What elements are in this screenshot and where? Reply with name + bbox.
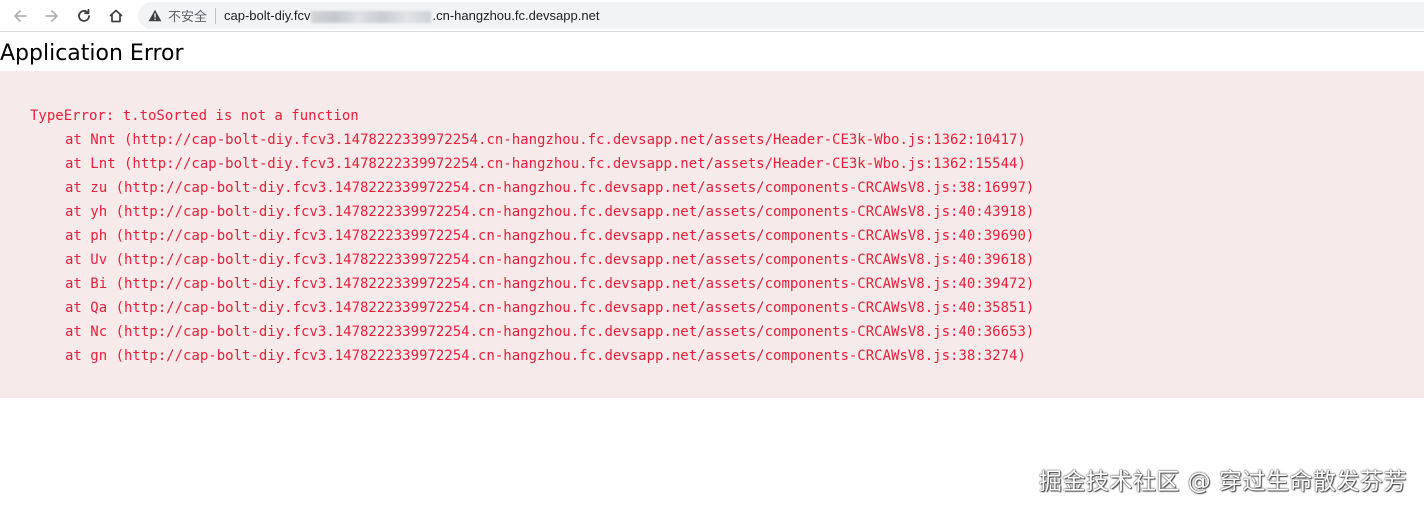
stack-frame: at Bi (http://cap-bolt-diy.fcv3.14782223… <box>65 276 1035 292</box>
stack-frame: at yh (http://cap-bolt-diy.fcv3.14782223… <box>65 204 1035 220</box>
divider <box>215 7 217 24</box>
url-text[interactable]: cap-bolt-diy.fcv .cn-hangzhou.fc.devsapp.… <box>224 8 599 23</box>
reload-icon <box>76 8 92 24</box>
stack-frame: at Nnt (http://cap-bolt-diy.fcv3.1478222… <box>65 132 1026 148</box>
home-icon <box>108 8 124 24</box>
error-panel: TypeError: t.toSorted is not a function … <box>0 71 1424 398</box>
stack-frame: at ph (http://cap-bolt-diy.fcv3.14782223… <box>65 228 1035 244</box>
browser-toolbar: 不安全 cap-bolt-diy.fcv .cn-hangzhou.fc.devs… <box>0 0 1424 32</box>
address-bar[interactable]: 不安全 cap-bolt-diy.fcv .cn-hangzhou.fc.devs… <box>138 2 1424 29</box>
stack-frame: at gn (http://cap-bolt-diy.fcv3.14782223… <box>65 348 1026 364</box>
reload-button[interactable] <box>72 4 96 28</box>
security-label[interactable]: 不安全 <box>168 6 207 25</box>
stack-frame: at zu (http://cap-bolt-diy.fcv3.14782223… <box>65 180 1035 196</box>
page-title: Application Error <box>0 41 184 66</box>
arrow-right-icon <box>44 8 60 24</box>
home-button[interactable] <box>104 4 128 28</box>
back-button[interactable] <box>8 4 32 28</box>
stack-frame: at Lnt (http://cap-bolt-diy.fcv3.1478222… <box>65 156 1026 172</box>
arrow-left-icon <box>12 8 28 24</box>
url-prefix: cap-bolt-diy.fcv <box>224 8 311 23</box>
stack-trace: TypeError: t.toSorted is not a function … <box>30 104 1424 368</box>
warning-triangle-icon[interactable] <box>148 9 162 23</box>
url-suffix: .cn-hangzhou.fc.devsapp.net <box>432 8 600 23</box>
url-redacted <box>311 10 432 23</box>
error-message: TypeError: t.toSorted is not a function <box>30 108 359 124</box>
forward-button[interactable] <box>40 4 64 28</box>
stack-frame: at Uv (http://cap-bolt-diy.fcv3.14782223… <box>65 252 1035 268</box>
watermark: 掘金技术社区 @ 穿过生命散发芬芳 <box>1038 469 1407 495</box>
stack-frame: at Nc (http://cap-bolt-diy.fcv3.14782223… <box>65 324 1035 340</box>
stack-frame: at Qa (http://cap-bolt-diy.fcv3.14782223… <box>65 300 1035 316</box>
